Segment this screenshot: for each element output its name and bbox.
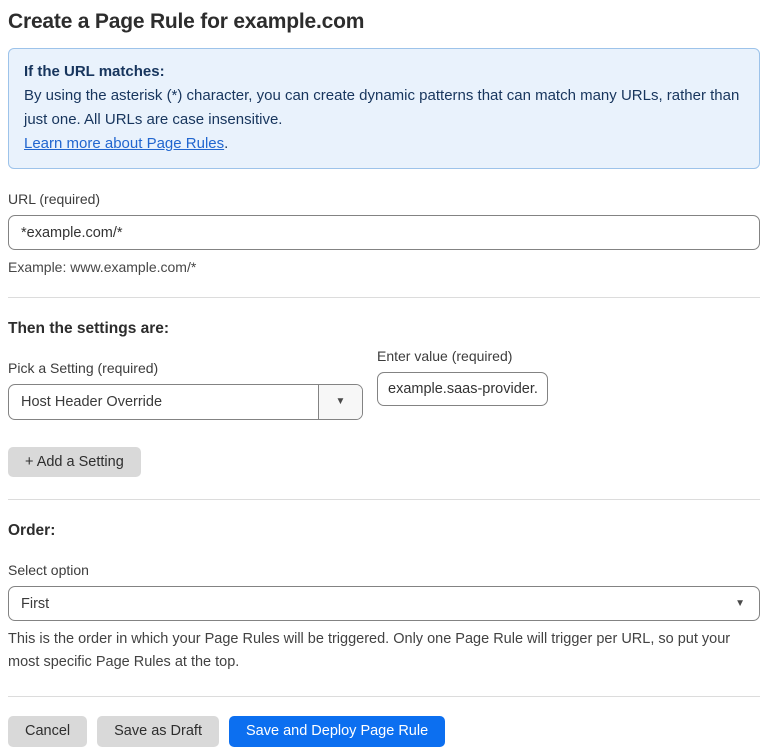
pick-setting-label: Pick a Setting (required): [8, 360, 159, 376]
url-field-label: URL (required): [8, 191, 101, 207]
setting-select[interactable]: Host Header Override ▼: [8, 384, 363, 420]
url-example-text: Example: www.example.com/*: [8, 259, 197, 275]
page-rule-form: Create a Page Rule for example.com If th…: [0, 0, 772, 747]
form-actions: Cancel Save as Draft Save and Deploy Pag…: [8, 716, 760, 747]
add-setting-button[interactable]: + Add a Setting: [8, 447, 141, 477]
enter-value-column: Enter value (required): [377, 348, 548, 406]
chevron-down-icon: ▼: [335, 396, 346, 407]
settings-row: Pick a Setting (required) Host Header Ov…: [8, 338, 760, 420]
order-select[interactable]: First ▼: [8, 586, 760, 621]
setting-select-value: Host Header Override: [21, 394, 163, 410]
link-suffix-period: .: [224, 135, 229, 152]
info-box-link-line: Learn more about Page Rules.: [24, 132, 744, 156]
info-box-body: By using the asterisk (*) character, you…: [24, 87, 740, 128]
pick-setting-column: Pick a Setting (required) Host Header Ov…: [8, 338, 363, 420]
divider: [8, 499, 760, 500]
setting-select-arrow-button[interactable]: ▼: [318, 385, 362, 419]
page-title: Create a Page Rule for example.com: [8, 10, 365, 33]
order-section-heading: Order:: [8, 522, 56, 539]
url-match-info-box: If the URL matches: By using the asteris…: [8, 48, 760, 169]
order-select-value: First: [21, 595, 50, 612]
learn-more-link[interactable]: Learn more about Page Rules: [24, 135, 224, 152]
save-and-deploy-button[interactable]: Save and Deploy Page Rule: [228, 716, 446, 747]
url-input[interactable]: [8, 215, 760, 250]
cancel-button[interactable]: Cancel: [8, 716, 88, 747]
divider: [8, 297, 760, 298]
divider: [8, 696, 760, 697]
order-help-text: This is the order in which your Page Rul…: [8, 631, 731, 670]
info-box-heading: If the URL matches:: [24, 63, 165, 80]
setting-value-input[interactable]: [377, 372, 548, 406]
save-as-draft-button[interactable]: Save as Draft: [97, 716, 219, 747]
order-select-label: Select option: [8, 562, 89, 578]
settings-section-heading: Then the settings are:: [8, 320, 170, 337]
chevron-down-icon: ▼: [735, 597, 745, 609]
enter-value-label: Enter value (required): [377, 348, 513, 364]
